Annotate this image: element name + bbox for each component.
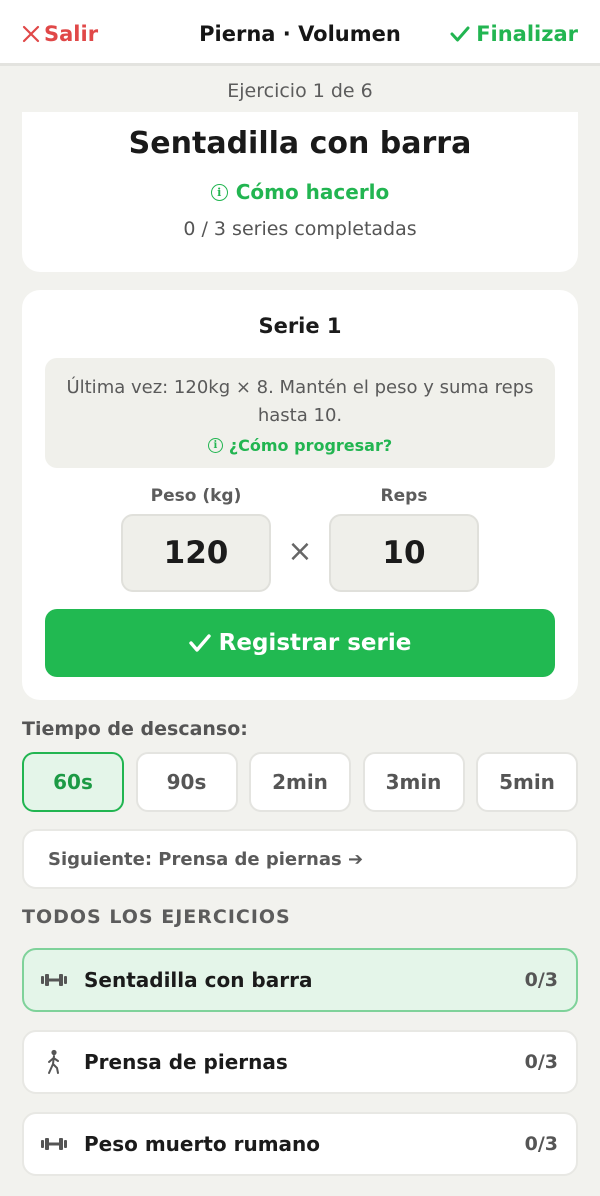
weight-input[interactable]: 120 bbox=[121, 514, 271, 592]
rest-option-5min[interactable]: 5min bbox=[476, 752, 578, 812]
top-bar: Salir Pierna · Volumen Finalizar bbox=[0, 0, 600, 66]
hint-text: Última vez: 120kg × 8. Mantén el peso y … bbox=[66, 377, 534, 426]
progress-link-label: ¿Cómo progresar? bbox=[228, 436, 393, 455]
info-icon: i bbox=[210, 183, 228, 201]
sets-status: 0 / 3 series completadas bbox=[183, 218, 417, 240]
exercise-counter: Ejercicio 1 de 6 bbox=[227, 80, 373, 102]
reps-label: Reps bbox=[380, 486, 428, 506]
exercise-card: Sentadilla con barra i Cómo hacerlo 0 / … bbox=[22, 112, 578, 272]
set-title: Serie 1 bbox=[258, 314, 342, 338]
exercise-list-name: Sentadilla con barra bbox=[84, 968, 313, 992]
exercise-list-item[interactable]: Peso muerto rumano 0/3 bbox=[22, 1112, 578, 1176]
finish-label: Finalizar bbox=[476, 22, 578, 46]
exercise-list-name: Prensa de piernas bbox=[84, 1050, 288, 1074]
dumbbell-icon bbox=[24, 973, 84, 987]
next-exercise-button[interactable]: Siguiente: Prensa de piernas ➔ bbox=[22, 829, 578, 889]
how-to-link[interactable]: i Cómo hacerlo bbox=[22, 180, 578, 204]
exercise-list-count: 0/3 bbox=[524, 1051, 558, 1073]
check-icon bbox=[450, 26, 470, 42]
finish-button[interactable]: Finalizar bbox=[450, 22, 578, 46]
exercise-list-count: 0/3 bbox=[524, 969, 558, 991]
rest-option-3min[interactable]: 3min bbox=[362, 752, 465, 812]
rest-option-60s[interactable]: 60s bbox=[22, 752, 124, 812]
exercise-list-item[interactable]: Prensa de piernas 0/3 bbox=[22, 1030, 578, 1094]
rest-time-options: 60s 90s 2min 3min 5min bbox=[22, 752, 578, 812]
reps-input[interactable]: 10 bbox=[329, 514, 479, 592]
rest-option-90s[interactable]: 90s bbox=[135, 752, 238, 812]
exercise-list-name: Peso muerto rumano bbox=[84, 1132, 321, 1156]
register-set-button[interactable]: Registrar serie bbox=[45, 609, 555, 677]
check-icon bbox=[188, 634, 211, 652]
how-to-label: Cómo hacerlo bbox=[235, 180, 390, 204]
all-exercises-title: TODOS LOS EJERCICIOS bbox=[22, 906, 291, 928]
exercise-name: Sentadilla con barra bbox=[128, 126, 472, 161]
walking-person-icon bbox=[24, 1049, 84, 1075]
progress-link[interactable]: i ¿Cómo progresar? bbox=[45, 436, 555, 455]
rest-time-label: Tiempo de descanso: bbox=[22, 718, 248, 740]
progression-hint: Última vez: 120kg × 8. Mantén el peso y … bbox=[45, 358, 555, 468]
register-set-label: Registrar serie bbox=[218, 630, 412, 656]
info-icon: i bbox=[207, 438, 223, 453]
dumbbell-icon bbox=[24, 1137, 84, 1151]
times-symbol: × bbox=[287, 534, 313, 569]
exercise-list-item[interactable]: Sentadilla con barra 0/3 bbox=[22, 948, 578, 1012]
exercise-list-count: 0/3 bbox=[524, 1133, 558, 1155]
rest-option-2min[interactable]: 2min bbox=[249, 752, 351, 812]
set-card: Serie 1 Última vez: 120kg × 8. Mantén el… bbox=[22, 290, 578, 700]
weight-label: Peso (kg) bbox=[150, 486, 242, 506]
